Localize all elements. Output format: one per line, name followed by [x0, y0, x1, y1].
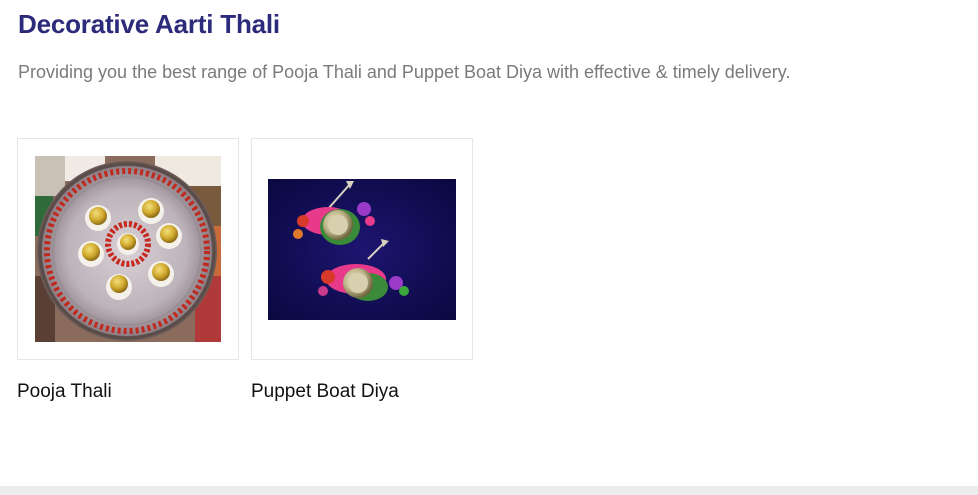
puppet-boat-diya-image[interactable]: [268, 178, 456, 320]
footer-divider: [0, 486, 978, 495]
pooja-thali-image[interactable]: [35, 156, 221, 342]
page-subtitle: Providing you the best range of Pooja Th…: [18, 62, 791, 82]
product-card-pooja-thali[interactable]: [17, 138, 239, 360]
product-card-puppet-boat-diya[interactable]: [251, 138, 473, 360]
product-name-pooja-thali[interactable]: Pooja Thali: [17, 381, 112, 403]
product-name-puppet-boat-diya[interactable]: Puppet Boat Diya: [251, 381, 399, 403]
page-title: Decorative Aarti Thali: [18, 9, 280, 39]
